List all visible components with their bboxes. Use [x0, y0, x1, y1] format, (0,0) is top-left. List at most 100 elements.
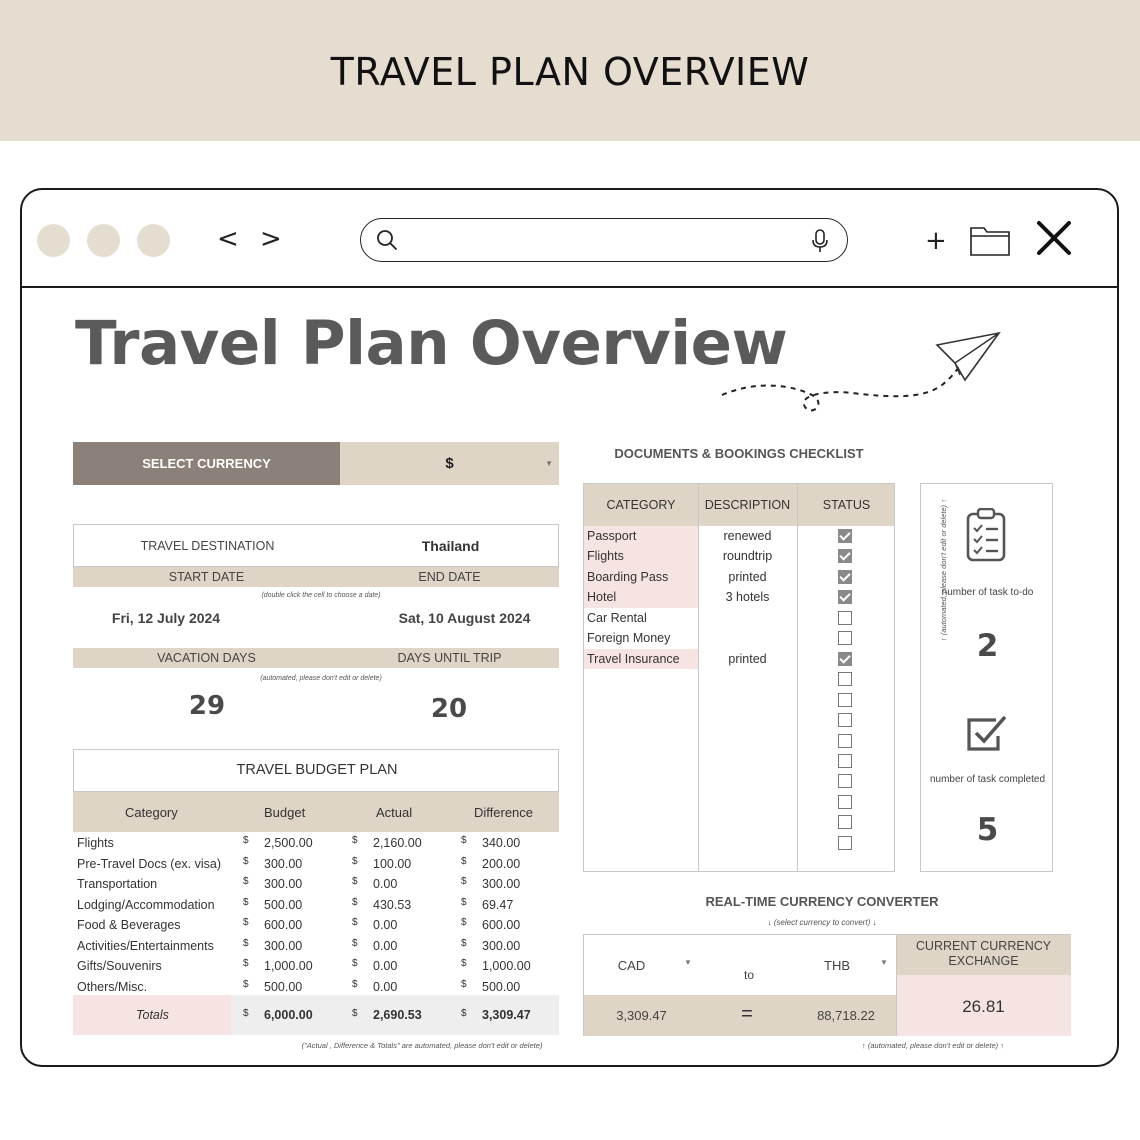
checklist-category[interactable] [584, 751, 698, 772]
checklist-category[interactable] [584, 731, 698, 752]
start-date-value[interactable]: Fri, 12 July 2024 [73, 610, 259, 626]
actual-dollar-sign: $ [352, 876, 358, 887]
checklist-category[interactable]: Flights [584, 546, 698, 567]
budget-dollar-sign: $ [243, 896, 249, 908]
actual-amount[interactable]: 0.00 [373, 877, 397, 891]
status-checkbox[interactable] [838, 794, 852, 809]
checklist-description[interactable]: 3 hotels [698, 587, 797, 607]
budget-row: Gifts/Souvenirs $1,000.00 $0.00 $1,000.00 [73, 957, 559, 977]
actual-amount[interactable]: 0.00 [373, 918, 397, 932]
search-bar[interactable] [360, 218, 848, 262]
budget-amount[interactable]: 500.00 [264, 898, 302, 912]
status-checkbox[interactable] [838, 672, 852, 687]
budget-amount[interactable]: 300.00 [264, 939, 302, 953]
close-icon[interactable] [1036, 220, 1072, 256]
checklist-category[interactable]: Car Rental [584, 608, 698, 629]
status-checkbox[interactable] [838, 713, 852, 728]
from-amount[interactable]: 3,309.47 [584, 1008, 699, 1023]
status-checkbox[interactable] [838, 774, 852, 789]
actual-amount[interactable]: 0.00 [373, 939, 397, 953]
status-checkbox[interactable] [838, 692, 852, 707]
task-side-note: ↑ (automated, please don't edit or delet… [939, 499, 948, 641]
destination-value[interactable]: Thailand [341, 538, 560, 554]
forward-button[interactable]: > [260, 224, 282, 254]
status-checkbox[interactable] [838, 753, 852, 768]
status-checkbox[interactable] [838, 549, 852, 564]
budget-amount[interactable]: 500.00 [264, 980, 302, 994]
window-dot-1[interactable] [37, 224, 70, 257]
clipboard-icon [966, 508, 1006, 562]
budget-category[interactable]: Pre-Travel Docs (ex. visa) [77, 857, 221, 871]
checklist-category[interactable]: Boarding Pass [584, 566, 698, 588]
checklist-category[interactable]: Foreign Money [584, 628, 698, 649]
to-dropdown-caret-icon[interactable]: ▼ [878, 958, 890, 967]
totals-label: Totals [136, 1008, 169, 1022]
window-dot-3[interactable] [137, 224, 170, 257]
microphone-icon[interactable] [811, 229, 829, 253]
status-checkbox[interactable] [838, 651, 852, 666]
checklist-category[interactable] [584, 771, 698, 792]
budget-dollar-sign: $ [243, 917, 249, 928]
checklist-category[interactable]: Travel Insurance [584, 648, 698, 670]
status-checkbox[interactable] [838, 569, 852, 584]
budget-category[interactable]: Activities/Entertainments [77, 939, 214, 953]
to-currency-dropdown[interactable]: THB [812, 958, 862, 973]
new-tab-button[interactable]: + [925, 226, 947, 256]
actual-amount[interactable]: 0.00 [373, 959, 397, 973]
checklist-category[interactable]: Hotel [584, 587, 698, 608]
budget-category[interactable]: Gifts/Souvenirs [77, 959, 162, 973]
equals-sign: = [741, 1003, 753, 1025]
status-checkbox[interactable] [838, 835, 852, 850]
checklist-category[interactable] [584, 792, 698, 813]
budget-amount[interactable]: 600.00 [264, 918, 302, 932]
budget-category[interactable]: Transportation [77, 877, 157, 891]
checklist-category[interactable] [584, 690, 698, 711]
difference-dollar-sign: $ [461, 835, 467, 846]
difference-dollar-sign: $ [461, 876, 467, 887]
from-currency-dropdown[interactable]: CAD [584, 958, 679, 973]
budget-row: Transportation $300.00 $0.00 $300.00 [73, 875, 559, 895]
status-checkbox[interactable] [838, 815, 852, 830]
actual-amount[interactable]: 2,160.00 [373, 836, 422, 850]
status-checkbox[interactable] [838, 733, 852, 748]
checkbox-check-icon [967, 715, 1007, 751]
status-checkbox[interactable] [838, 590, 852, 605]
checklist-category[interactable]: Passport [584, 526, 698, 547]
folder-icon[interactable] [970, 224, 1010, 256]
actual-amount[interactable]: 0.00 [373, 980, 397, 994]
checklist-description[interactable]: roundtrip [698, 546, 797, 566]
days-auto-hint: (automated, please don't edit or delete) [260, 675, 382, 682]
checklist-row [584, 710, 894, 731]
currency-dropdown[interactable]: $ ▼ [340, 442, 559, 485]
budget-amount[interactable]: 1,000.00 [264, 959, 313, 973]
checklist-description[interactable]: printed [698, 649, 797, 669]
from-dropdown-caret-icon[interactable]: ▼ [682, 958, 694, 967]
budget-amount[interactable]: 300.00 [264, 877, 302, 891]
difference-amount: 300.00 [482, 877, 521, 891]
back-button[interactable]: < [217, 224, 239, 254]
status-checkbox[interactable] [838, 610, 852, 625]
window-dot-2[interactable] [87, 224, 120, 257]
checklist-category[interactable] [584, 710, 698, 731]
end-date-value[interactable]: Sat, 10 August 2024 [382, 610, 547, 626]
exchange-rate-value: 26.81 [962, 997, 1005, 1016]
checklist-category[interactable] [584, 833, 698, 854]
checklist-category[interactable] [584, 669, 698, 690]
budget-category[interactable]: Lodging/Accommodation [77, 898, 215, 912]
checklist-header-status: STATUS [822, 498, 871, 512]
checklist-description[interactable]: printed [698, 567, 797, 587]
checklist-description[interactable]: renewed [698, 526, 797, 546]
status-checkbox[interactable] [838, 529, 852, 543]
checklist-category[interactable] [584, 812, 698, 833]
budget-category[interactable]: Flights [77, 836, 114, 850]
budget-row: Activities/Entertainments $300.00 $0.00 $30… [73, 937, 559, 957]
top-banner: TRAVEL PLAN OVERVIEW [0, 0, 1140, 141]
totals-actual-dollar: $ [352, 1008, 358, 1019]
budget-category[interactable]: Others/Misc. [77, 980, 147, 994]
actual-amount[interactable]: 430.53 [373, 898, 411, 912]
budget-amount[interactable]: 300.00 [264, 857, 302, 871]
budget-amount[interactable]: 2,500.00 [264, 836, 313, 850]
actual-amount[interactable]: 100.00 [373, 857, 411, 871]
status-checkbox[interactable] [838, 631, 852, 646]
budget-category[interactable]: Food & Beverages [77, 918, 181, 932]
